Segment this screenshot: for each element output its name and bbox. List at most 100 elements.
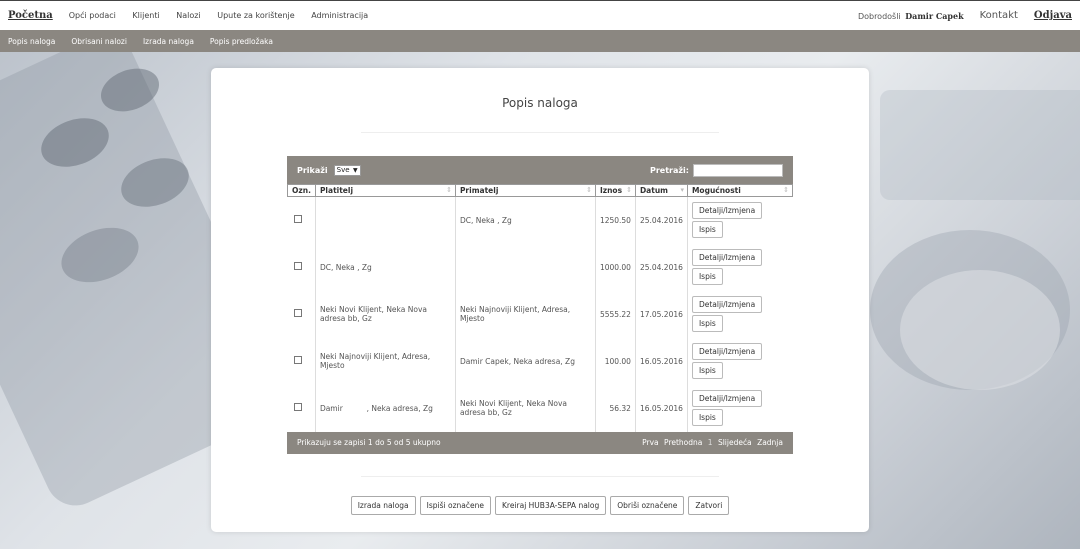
date-cell: 25.04.2016 [634, 243, 688, 291]
subnav-item-templates[interactable]: Popis predložaka [210, 37, 273, 46]
user-name: Damir Capek [905, 10, 964, 21]
action-buttons: Izrada naloga Ispiši označene Kreiraj HU… [211, 496, 869, 515]
column-header-payer[interactable]: Platitelj ⇕ [314, 184, 456, 197]
amount-cell: 56.32 [594, 384, 636, 432]
divider [361, 132, 719, 133]
print-button[interactable]: Ispis [691, 268, 723, 285]
payee-cell: DC, Neka , Zg [454, 196, 596, 244]
details-edit-button[interactable]: Detalji/Izmjena [691, 202, 763, 220]
payee-cell [454, 243, 596, 291]
show-select-value: Sve [336, 166, 350, 174]
row-checkbox[interactable] [293, 403, 302, 411]
row-checkbox[interactable] [293, 215, 302, 224]
welcome-label: Dobrodošli [857, 11, 901, 21]
print-button[interactable]: Ispis [691, 315, 723, 332]
details-edit-button[interactable]: Detalji/Izmjena [691, 343, 763, 360]
page-title: Popis naloga [502, 96, 578, 110]
row-checkbox[interactable] [293, 262, 302, 270]
amount-cell: 5555.22 [594, 290, 636, 338]
table-footer: Prikazuju se zapisi 1 do 5 od 5 ukupno P… [287, 431, 793, 454]
nav-item-user-guide[interactable]: Upute za korištenje [217, 11, 294, 20]
subnav-item-create-order[interactable]: Izrada naloga [143, 37, 194, 46]
main-nav: Opći podaci Klijenti Nalozi Upute za kor… [69, 11, 382, 20]
table-row: Neki Najnoviji Klijent, Adresa, Mjesto D… [288, 337, 793, 385]
payer-cell [314, 196, 456, 244]
chevron-down-icon: ▼ [353, 166, 358, 174]
sort-icon: ⇕ [626, 186, 632, 194]
table-header-row: Ozn. Platitelj ⇕ Primatelj ⇕ Iznos ⇕ Datum ▾… [287, 184, 794, 197]
payer-cell: Neki Novi Klijent, Neka Nova adresa bb, … [314, 290, 456, 338]
date-cell: 16.05.2016 [634, 337, 688, 385]
nav-item-orders[interactable]: Nalozi [176, 11, 200, 20]
nav-item-clients[interactable]: Klijenti [132, 11, 159, 20]
amount-cell: 1000.00 [594, 243, 636, 291]
table-body: DC, Neka , Zg 1250.50 25.04.2016 Detalji… [288, 196, 793, 432]
column-header-payee[interactable]: Primatelj ⇕ [454, 184, 596, 197]
payee-cell: Neki Novi Klijent, Neka Nova adresa bb, … [454, 384, 596, 432]
nav-item-administration[interactable]: Administracija [311, 11, 368, 20]
create-order-button[interactable]: Izrada naloga [350, 496, 416, 515]
payer-cell: Damir , Neka adresa, Zg [314, 384, 456, 432]
subnav-item-deleted-orders[interactable]: Obrisani nalozi [71, 37, 127, 46]
table-row: DC, Neka , Zg 1250.50 25.04.2016 Detalji… [288, 196, 793, 244]
background-coin [900, 270, 1060, 390]
sub-navbar: Popis naloga Obrisani nalozi Izrada nalo… [0, 30, 1080, 52]
pager-first[interactable]: Prva [642, 438, 659, 447]
details-edit-button[interactable]: Detalji/Izmjena [691, 390, 763, 407]
pager-last[interactable]: Zadnja [757, 438, 783, 447]
search-input[interactable] [693, 163, 783, 177]
print-button[interactable]: Ispis [691, 409, 723, 426]
row-checkbox[interactable] [293, 356, 302, 364]
payer-cell: DC, Neka , Zg [314, 243, 456, 291]
details-edit-button[interactable]: Detalji/Izmjena [691, 296, 763, 313]
logout-link[interactable]: Odjava [1034, 10, 1072, 21]
print-button[interactable]: Ispis [691, 221, 723, 239]
pager-next[interactable]: Slijedeća [718, 438, 752, 447]
date-cell: 17.05.2016 [634, 290, 688, 338]
table-row: DC, Neka , Zg 1000.00 25.04.2016 Detalji… [288, 243, 793, 291]
divider [361, 476, 719, 477]
column-header-date[interactable]: Datum ▾ [634, 184, 688, 197]
home-link[interactable]: Početna [8, 10, 53, 21]
background-document [880, 90, 1080, 200]
subnav-item-order-list[interactable]: Popis naloga [8, 37, 55, 46]
pager-previous[interactable]: Prethodna [664, 438, 702, 447]
amount-cell: 1250.50 [594, 196, 636, 244]
print-selected-button[interactable]: Ispiši označene [419, 496, 491, 515]
table-info: Prikazuju se zapisi 1 do 5 od 5 ukupno [297, 438, 441, 447]
contact-link[interactable]: Kontakt [980, 10, 1018, 21]
sort-desc-icon: ▾ [680, 186, 684, 194]
delete-selected-button[interactable]: Obriši označene [610, 496, 685, 515]
show-label: Prikaži [297, 165, 328, 175]
column-header-mark[interactable]: Ozn. [287, 184, 316, 197]
sort-icon: ⇕ [446, 186, 452, 194]
table-row: Damir , Neka adresa, Zg Neki Novi Klijen… [288, 384, 793, 432]
create-hub3a-sepa-button[interactable]: Kreiraj HUB3A-SEPA nalog [494, 496, 607, 515]
top-navbar: Početna Opći podaci Klijenti Nalozi Uput… [0, 0, 1080, 30]
amount-cell: 100.00 [594, 337, 636, 385]
nav-item-general-data[interactable]: Opći podaci [69, 11, 116, 20]
details-edit-button[interactable]: Detalji/Izmjena [691, 249, 763, 266]
column-header-options[interactable]: Mogućnosti ⇕ [686, 184, 794, 197]
pagination: Prva Prethodna 1 Slijedeća Zadnja [639, 438, 783, 447]
main-panel: Popis naloga Prikaži Sve ▼ Pretraži: Ozn… [211, 68, 869, 532]
payee-cell: Neki Najnoviji Klijent, Adresa, Mjesto [454, 290, 596, 338]
show-select[interactable]: Sve ▼ [333, 164, 361, 176]
date-cell: 16.05.2016 [634, 384, 688, 432]
payee-cell: Damir Capek, Neka adresa, Zg [454, 337, 596, 385]
table-row: Neki Novi Klijent, Neka Nova adresa bb, … [288, 290, 793, 338]
payer-cell: Neki Najnoviji Klijent, Adresa, Mjesto [314, 337, 456, 385]
pager-current-page[interactable]: 1 [708, 438, 713, 447]
table-toolbar: Prikaži Sve ▼ Pretraži: [287, 156, 793, 184]
date-cell: 25.04.2016 [634, 196, 688, 244]
print-button[interactable]: Ispis [691, 362, 723, 379]
sort-icon: ⇕ [783, 186, 789, 194]
top-right-area: Dobrodošli Damir Capek Kontakt Odjava [858, 10, 1072, 21]
search-label: Pretraži: [650, 165, 689, 175]
row-checkbox[interactable] [293, 309, 302, 317]
column-header-amount[interactable]: Iznos ⇕ [594, 184, 636, 197]
close-button[interactable]: Zatvori [688, 496, 730, 515]
sort-icon: ⇕ [586, 186, 592, 194]
orders-table: Ozn. Platitelj ⇕ Primatelj ⇕ Iznos ⇕ Datum ▾… [287, 184, 794, 432]
welcome-text: Dobrodošli Damir Capek [858, 11, 964, 21]
